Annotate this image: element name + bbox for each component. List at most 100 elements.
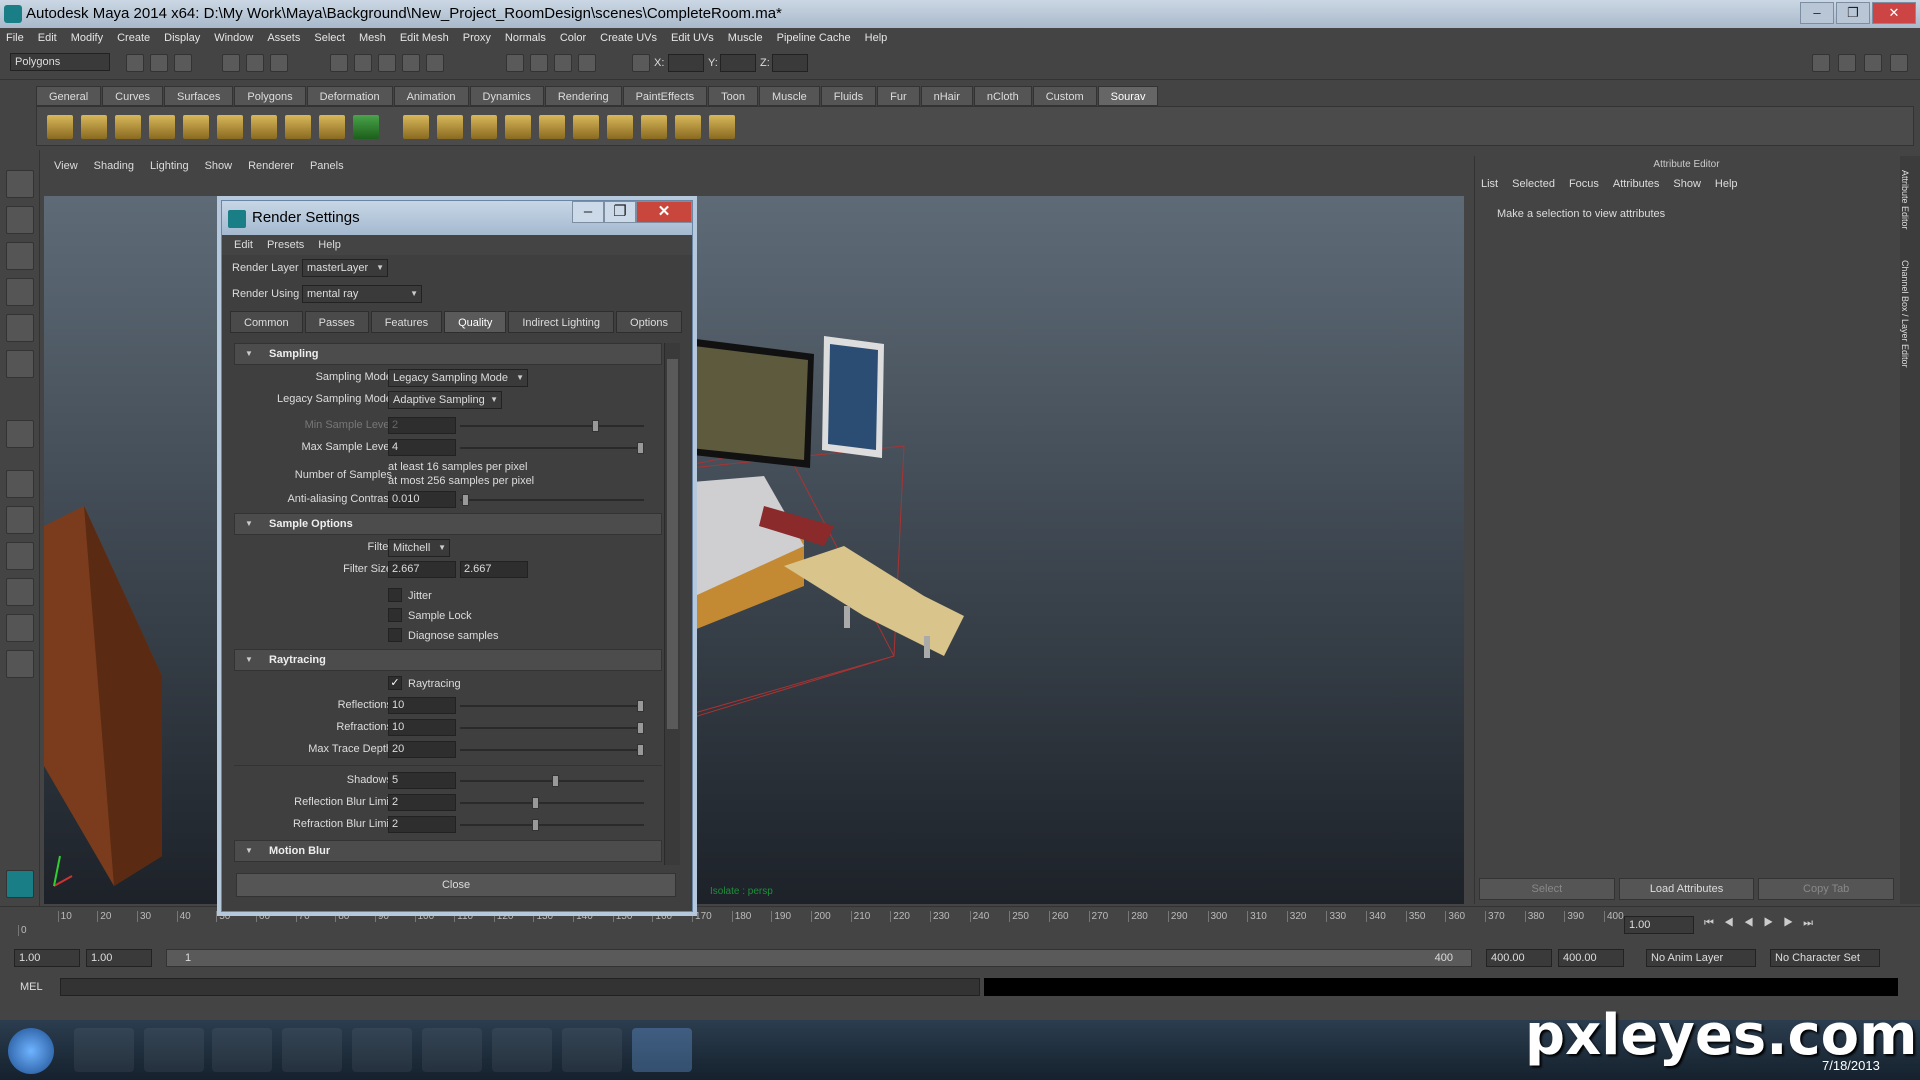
shelf-torus-icon[interactable] (573, 115, 599, 139)
snap-grid-icon[interactable] (330, 54, 348, 72)
ae-menu-selected[interactable]: Selected (1512, 178, 1555, 190)
menu-edit[interactable]: Edit (38, 32, 57, 44)
menu-file[interactable]: File (6, 32, 24, 44)
media-player-icon[interactable] (212, 1028, 272, 1072)
max-trace-depth-field[interactable]: 20 (388, 741, 456, 758)
shelf-tab-dynamics[interactable]: Dynamics (469, 86, 544, 106)
filter-dropdown[interactable]: Mitchell (388, 539, 450, 557)
playback-end-field[interactable]: 400.00 (1486, 949, 1552, 967)
shelf-pyramid-icon[interactable] (641, 115, 667, 139)
playback-controls-icon[interactable]: ⏮◀◀▶▶⏭ (1704, 917, 1823, 930)
tab-quality[interactable]: Quality (444, 311, 507, 333)
tab-options[interactable]: Options (616, 311, 682, 333)
end-time-field[interactable]: 400.00 (1558, 949, 1624, 967)
reflection-blur-limit-field[interactable]: 2 (388, 794, 456, 811)
shelf-tab-ncloth[interactable]: nCloth (973, 86, 1032, 106)
shelf-tab-animation[interactable]: Animation (393, 86, 469, 106)
panel-menu-show[interactable]: Show (205, 160, 233, 172)
x-field[interactable] (668, 54, 704, 72)
anti-aliasing-contrast-slider[interactable] (460, 499, 644, 501)
shelf-tab-nhair[interactable]: nHair (920, 86, 973, 106)
rotate-tool-icon[interactable] (6, 314, 34, 342)
jitter-checkbox[interactable] (388, 588, 402, 602)
z-field[interactable] (772, 54, 808, 72)
section-raytracing[interactable]: Raytracing (234, 649, 662, 671)
layout-outliner-icon[interactable] (6, 542, 34, 570)
layout-single-icon[interactable] (6, 470, 34, 498)
ipr-render-icon[interactable] (554, 54, 572, 72)
scale-tool-icon[interactable] (6, 350, 34, 378)
toggle-layer-editor-icon[interactable] (1890, 54, 1908, 72)
menu-proxy[interactable]: Proxy (463, 32, 491, 44)
tab-indirect-lighting[interactable]: Indirect Lighting (508, 311, 615, 333)
shelf-cube-icon[interactable] (437, 115, 463, 139)
shelf-cone-icon[interactable] (505, 115, 531, 139)
playback-start-field[interactable]: 1.00 (86, 949, 152, 967)
min-sample-level-slider[interactable] (460, 425, 644, 427)
select-object-icon[interactable] (246, 54, 264, 72)
refraction-blur-limit-slider[interactable] (460, 824, 644, 826)
reflections-slider[interactable] (460, 705, 644, 707)
select-tool-icon[interactable] (6, 170, 34, 198)
scrollbar-thumb[interactable] (667, 359, 678, 729)
shelf-tab-muscle[interactable]: Muscle (758, 86, 820, 106)
layout-hypershade-icon[interactable] (6, 614, 34, 642)
section-motion-blur[interactable]: Motion Blur (234, 840, 662, 862)
shelf-ramp-icon[interactable] (319, 115, 345, 139)
legacy-sampling-mode-dropdown[interactable]: Adaptive Sampling (388, 391, 502, 409)
ae-menu-list[interactable]: List (1481, 178, 1498, 190)
side-tab-attribute-editor[interactable]: Attribute Editor (1900, 156, 1910, 246)
dialog-menu-presets[interactable]: Presets (267, 239, 304, 251)
firefox-icon[interactable] (422, 1028, 482, 1072)
shelf-wood-plank-icon[interactable] (47, 115, 73, 139)
minimize-button[interactable]: – (1800, 2, 1834, 24)
menu-pipeline-cache[interactable]: Pipeline Cache (777, 32, 851, 44)
menu-create-uvs[interactable]: Create UVs (600, 32, 657, 44)
mental-ray-icon[interactable] (6, 870, 34, 898)
render-settings-icon[interactable] (578, 54, 596, 72)
max-sample-level-knob[interactable] (637, 442, 644, 454)
chrome-icon[interactable] (562, 1028, 622, 1072)
shelf-tab-rendering[interactable]: Rendering (544, 86, 622, 106)
reflections-knob[interactable] (637, 700, 644, 712)
dialog-title-bar[interactable]: Render Settings – ❐ ✕ (222, 201, 692, 235)
shelf-tab-polygons[interactable]: Polygons (234, 86, 306, 106)
open-scene-icon[interactable] (150, 54, 168, 72)
dialog-maximize-button[interactable]: ❐ (604, 201, 636, 223)
select-hierarchy-icon[interactable] (222, 54, 240, 72)
raytracing-checkbox[interactable]: ✓ (388, 676, 402, 690)
menu-edit-mesh[interactable]: Edit Mesh (400, 32, 449, 44)
shelf-tab-surfaces[interactable]: Surfaces (163, 86, 234, 106)
menu-assets[interactable]: Assets (267, 32, 300, 44)
last-tool-icon[interactable] (6, 420, 34, 448)
toggle-tool-settings-icon[interactable] (1838, 54, 1856, 72)
panel-menu-view[interactable]: View (54, 160, 78, 172)
shelf-panel-icon[interactable] (285, 115, 311, 139)
dialog-close-button[interactable]: Close (236, 873, 676, 897)
menu-edit-uvs[interactable]: Edit UVs (671, 32, 714, 44)
shelf-wood-frame-icon[interactable] (81, 115, 107, 139)
side-tab-channel-box[interactable]: Channel Box / Layer Editor (1900, 246, 1910, 368)
shelf-stairs-icon[interactable] (183, 115, 209, 139)
menu-select[interactable]: Select (314, 32, 345, 44)
ae-menu-show[interactable]: Show (1673, 178, 1701, 190)
ae-menu-attributes[interactable]: Attributes (1613, 178, 1659, 190)
tab-common[interactable]: Common (230, 311, 303, 333)
menu-display[interactable]: Display (164, 32, 200, 44)
menuset-dropdown[interactable]: Polygons (10, 53, 110, 71)
menu-help[interactable]: Help (865, 32, 888, 44)
toggle-channel-box-icon[interactable] (1864, 54, 1882, 72)
reflection-blur-limit-slider[interactable] (460, 802, 644, 804)
new-scene-icon[interactable] (126, 54, 144, 72)
tab-features[interactable]: Features (370, 311, 443, 333)
dialog-minimize-button[interactable]: – (572, 201, 604, 223)
refractions-slider[interactable] (460, 727, 644, 729)
itunes-icon[interactable] (352, 1028, 412, 1072)
command-input[interactable] (60, 978, 980, 996)
shelf-cylinder-icon[interactable] (471, 115, 497, 139)
refraction-blur-limit-knob[interactable] (532, 819, 539, 831)
shelf-tab-fur[interactable]: Fur (877, 86, 920, 106)
shelf-tab-sourav[interactable]: Sourav (1097, 86, 1159, 106)
dialog-menu-help[interactable]: Help (318, 239, 341, 251)
max-sample-level-field[interactable]: 4 (388, 439, 456, 456)
